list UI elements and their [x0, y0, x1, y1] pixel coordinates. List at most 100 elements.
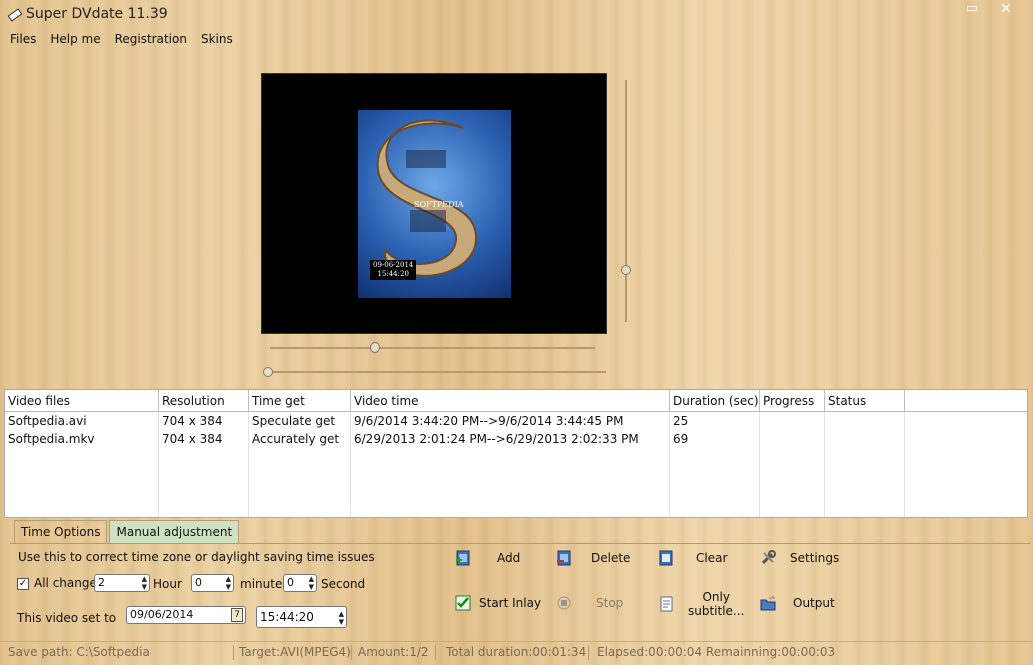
hour-label: Hour [153, 577, 182, 591]
stepper-arrows-icon[interactable]: ▲ ▼ [226, 575, 231, 591]
delete-button[interactable]: Delete [556, 550, 630, 566]
seek-slider-knob[interactable] [370, 342, 380, 353]
status-separator [233, 645, 234, 660]
app-logo-icon [7, 8, 23, 22]
title-bar: Super DVdate 11.39 ▭ ✕ [0, 0, 1033, 30]
elapsed-remaining: Elapsed:00:00:04 Remainning:00:00:03 [597, 645, 836, 659]
col-status[interactable]: Status [825, 390, 905, 412]
menu-bar: Files Help me Registration Skins [10, 32, 233, 50]
settings-label: Settings [790, 551, 840, 565]
menu-files[interactable]: Files [10, 32, 36, 50]
manual-description: Use this to correct time zone or dayligh… [18, 550, 375, 564]
stop-label: Stop [596, 596, 624, 610]
tab-manual-adjustment[interactable]: Manual adjustment [109, 520, 240, 543]
add-film-icon [456, 550, 470, 566]
col-resolution[interactable]: Resolution [159, 390, 249, 412]
subtitle-doc-icon [660, 596, 673, 612]
table-row[interactable]: Softpedia.mkv 704 x 384 Accurately get 6… [5, 430, 1027, 448]
close-button[interactable]: ✕ [986, 0, 1026, 18]
table-header: Video files Resolution Time get Video ti… [5, 390, 1027, 412]
stepper-arrows-icon[interactable]: ▲ ▼ [339, 610, 344, 626]
overlay-time-text: 15:44:20 [377, 270, 409, 278]
delete-label: Delete [591, 551, 631, 565]
tab-time-options[interactable]: Time Options [14, 520, 108, 543]
add-button[interactable]: Add [455, 550, 520, 566]
options-tabs: Time Options Manual adjustment [14, 520, 241, 544]
second-stepper[interactable]: 0 ▲ ▼ [283, 574, 317, 592]
date-value: 09/06/2014 [130, 608, 194, 621]
total-duration: Total duration:00:01:34 [446, 645, 587, 659]
hour-value: 2 [98, 576, 105, 589]
menu-registration[interactable]: Registration [115, 32, 187, 50]
col-progress[interactable]: Progress [760, 390, 825, 412]
output-label: Output [793, 596, 835, 610]
all-change-checkbox[interactable]: ✓ [17, 578, 29, 590]
cell-status [825, 412, 905, 430]
clear-film-icon [659, 550, 673, 566]
cell-status [825, 430, 905, 448]
only-subtitle-line2: subtitle... [688, 604, 745, 618]
window-title: Super DVdate 11.39 [26, 6, 168, 22]
minute-label: minute [240, 577, 283, 591]
volume-slider-knob[interactable] [621, 265, 631, 275]
all-change-label: All change [34, 576, 97, 590]
cell-file: Softpedia.mkv [5, 430, 159, 448]
hour-stepper[interactable]: 2 ▲ ▼ [94, 574, 150, 592]
position-slider-track[interactable] [268, 371, 606, 373]
time-value: 15:44:20 [260, 610, 314, 624]
cell-progress [760, 412, 825, 430]
video-file-table[interactable]: Video files Resolution Time get Video ti… [4, 389, 1028, 518]
position-slider-knob[interactable] [263, 367, 273, 377]
video-preview: SOFTPEDIA 09-06-2014 15:44:20 [261, 73, 607, 334]
cell-resolution: 704 x 384 [159, 430, 249, 448]
video-date-overlay: 09-06-2014 15:44:20 [370, 260, 417, 280]
cell-time-get: Accurately get [249, 430, 351, 448]
col-duration[interactable]: Duration (sec) [670, 390, 760, 412]
output-folder-icon [760, 595, 776, 611]
stepper-arrows-icon[interactable]: ▲ ▼ [142, 575, 147, 591]
stop-icon [557, 596, 571, 610]
menu-skins[interactable]: Skins [201, 32, 233, 50]
stepper-arrows-icon[interactable]: ▲ ▼ [309, 575, 314, 591]
start-inlay-button[interactable]: Start Inlay [455, 595, 541, 611]
second-label: Second [321, 577, 366, 591]
minute-value: 0 [195, 576, 202, 589]
col-video-time[interactable]: Video time [351, 390, 670, 412]
only-subtitle-button[interactable]: Only subtitle... [658, 590, 744, 618]
output-button[interactable]: Output [760, 595, 835, 611]
overlay-date-text: 09-06-2014 [373, 261, 414, 269]
video-watermark: SOFTPEDIA [414, 200, 464, 209]
second-value: 0 [287, 576, 294, 589]
menu-help[interactable]: Help me [50, 32, 100, 50]
col-time-get[interactable]: Time get [249, 390, 351, 412]
col-empty [905, 390, 1027, 412]
set-to-label: This video set to [17, 611, 117, 625]
amount: Amount:1/2 [358, 645, 429, 659]
cell-resolution: 704 x 384 [159, 412, 249, 430]
col-video-files[interactable]: Video files [5, 390, 159, 412]
clear-button[interactable]: Clear [658, 550, 727, 566]
cell-progress [760, 430, 825, 448]
minimize-button[interactable]: ▭ [960, 2, 984, 18]
minute-stepper[interactable]: 0 ▲ ▼ [191, 574, 234, 592]
table-row[interactable]: Softpedia.avi 704 x 384 Speculate get 9/… [5, 412, 1027, 430]
settings-button[interactable]: Settings [760, 550, 839, 566]
calendar-icon[interactable]: 7 [231, 608, 243, 622]
status-bar: Save path: C:\Softpedia Target:AVI(MPEG4… [0, 641, 1033, 664]
seek-slider-track[interactable] [270, 347, 595, 349]
date-picker[interactable]: 09/06/2014 7 [126, 606, 246, 624]
clear-label: Clear [696, 551, 728, 565]
save-path: Save path: C:\Softpedia [8, 645, 150, 659]
volume-slider-track[interactable] [625, 80, 627, 322]
status-separator [588, 645, 589, 660]
tools-icon [761, 550, 776, 565]
stop-button[interactable]: Stop [556, 595, 623, 611]
start-inlay-label: Start Inlay [479, 596, 542, 610]
video-frame-image: SOFTPEDIA 09-06-2014 15:44:20 [358, 110, 511, 298]
status-separator [351, 645, 352, 660]
cell-file: Softpedia.avi [5, 412, 159, 430]
status-separator [435, 645, 436, 660]
cell-time-get: Speculate get [249, 412, 351, 430]
time-picker[interactable]: 15:44:20 ▲ ▼ [256, 606, 347, 628]
add-label: Add [497, 551, 521, 565]
